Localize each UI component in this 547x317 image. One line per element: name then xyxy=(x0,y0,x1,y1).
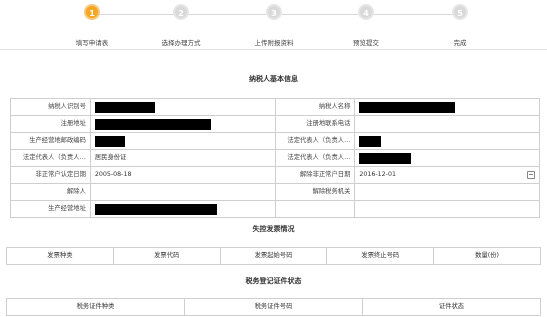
invoice-section-title: 失控发票情况 xyxy=(252,225,295,233)
col-invoice-start-number: 发票起始号码 xyxy=(221,248,328,264)
label-registered-phone: 注册地联系电话 xyxy=(275,116,356,133)
step-label: 完成 xyxy=(453,39,467,47)
redaction-bar xyxy=(94,119,211,130)
label-released-by: 解除人 xyxy=(11,184,91,201)
col-cert-number: 税务证件号码 xyxy=(185,299,363,315)
basic-info-title: 纳税人基本信息 xyxy=(249,75,298,83)
postal-code-field xyxy=(90,133,276,150)
empty-field xyxy=(355,201,540,218)
step-5-badge: 5 xyxy=(452,4,468,20)
registered-phone-field xyxy=(355,116,540,133)
abnormal-date-field: 2005-08-18 xyxy=(90,167,276,184)
redaction-bar xyxy=(94,136,125,147)
form-row: 生产经营地邮政编码 法定代表人（负责人… xyxy=(11,133,540,150)
step-2-badge: 2 xyxy=(173,4,189,20)
step-label: 预览提交 xyxy=(353,39,379,47)
taxpayer-name-field xyxy=(355,99,540,116)
label-legal-rep-id-number: 法定代表人（负责人… xyxy=(275,150,356,167)
label-release-date: 解除非正常户日期 xyxy=(275,167,356,184)
label-release-authority: 解除税务机关 xyxy=(275,184,356,201)
col-cert-status: 证件状态 xyxy=(438,303,465,310)
step-label: 上传附报资料 xyxy=(254,39,294,47)
form-row: 解除人 解除税务机关 xyxy=(11,184,540,201)
label-taxpayer-name: 纳税人名称 xyxy=(275,99,356,116)
step-1-badge: 1 xyxy=(84,4,100,20)
label-business-address: 生产经营地址 xyxy=(11,201,91,218)
redaction-bar xyxy=(359,153,412,164)
step-choose-method[interactable]: 2 选择办理方式 xyxy=(141,4,221,47)
label-taxpayer-id: 纳税人识别号 xyxy=(11,99,91,116)
label-legal-rep-name: 法定代表人（负责人… xyxy=(275,133,356,150)
release-date-value: 2016-12-01 xyxy=(359,171,396,178)
release-date-field[interactable]: 2016-12-01 xyxy=(355,167,540,184)
col-invoice-quantity: 数量(份) xyxy=(475,252,499,259)
step-fill-application[interactable]: 1 填写申请表 xyxy=(52,4,132,47)
redaction-bar xyxy=(94,204,217,215)
label-legal-rep-id-type: 法定代表人（负责人… xyxy=(11,150,91,167)
label-postal-code: 生产经营地邮政编码 xyxy=(11,133,91,150)
label-registered-address: 注册地址 xyxy=(11,116,91,133)
redaction-bar xyxy=(359,102,456,113)
taxpayer-id-field xyxy=(90,99,276,116)
release-authority-field xyxy=(355,184,540,201)
col-invoice-end-number: 发票终止号码 xyxy=(327,248,435,264)
step-label: 选择办理方式 xyxy=(161,39,201,47)
registered-address-field xyxy=(90,116,276,133)
form-row: 法定代表人（负责人… 居民身份证 法定代表人（负责人… xyxy=(11,150,540,167)
released-by-field xyxy=(90,184,276,201)
step-3-badge: 3 xyxy=(266,4,282,20)
calendar-icon[interactable] xyxy=(527,171,535,179)
empty-label xyxy=(275,201,356,218)
business-address-field xyxy=(90,201,276,218)
legal-rep-name-field xyxy=(355,133,540,150)
col-cert-type: 税务证件种类 xyxy=(7,299,185,315)
legal-rep-id-type-field: 居民身份证 xyxy=(90,150,276,167)
form-row: 生产经营地址 xyxy=(11,201,540,218)
redaction-bar xyxy=(359,136,382,147)
col-invoice-type: 发票种类 xyxy=(7,248,114,264)
step-4-badge: 4 xyxy=(358,4,374,20)
form-row: 纳税人识别号 纳税人名称 xyxy=(11,99,540,116)
redaction-bar xyxy=(94,102,155,113)
step-preview-submit[interactable]: 4 预览提交 xyxy=(326,4,406,47)
label-abnormal-date: 非正常户认定日期 xyxy=(11,167,91,184)
legal-rep-id-number-field xyxy=(355,150,540,167)
cert-section-title: 税务登记证件状态 xyxy=(245,277,302,285)
progress-wizard: 1 填写申请表 2 选择办理方式 3 上传附报资料 4 预览提交 5 完成 xyxy=(0,0,547,47)
cert-table-header: 税务证件种类 税务证件号码 证件状态 xyxy=(6,298,541,316)
basic-info-form: 纳税人识别号 纳税人名称 注册地址 注册地联系电话 生产经营地邮政编码 法定代表… xyxy=(10,98,540,218)
col-invoice-code: 发票代码 xyxy=(114,248,221,264)
form-row: 非正常户认定日期 2005-08-18 解除非正常户日期 2016-12-01 xyxy=(11,167,540,184)
step-label: 填写申请表 xyxy=(75,39,109,47)
step-complete[interactable]: 5 完成 xyxy=(420,4,500,47)
application-page: 1 填写申请表 2 选择办理方式 3 上传附报资料 4 预览提交 5 完成 纳税… xyxy=(0,0,547,317)
invoice-table-header: 发票种类 发票代码 发票起始号码 发票终止号码 数量(份) xyxy=(6,247,541,265)
header-divider xyxy=(0,49,547,50)
form-row: 注册地址 注册地联系电话 xyxy=(11,116,540,133)
step-upload-materials[interactable]: 3 上传附报资料 xyxy=(234,4,314,47)
